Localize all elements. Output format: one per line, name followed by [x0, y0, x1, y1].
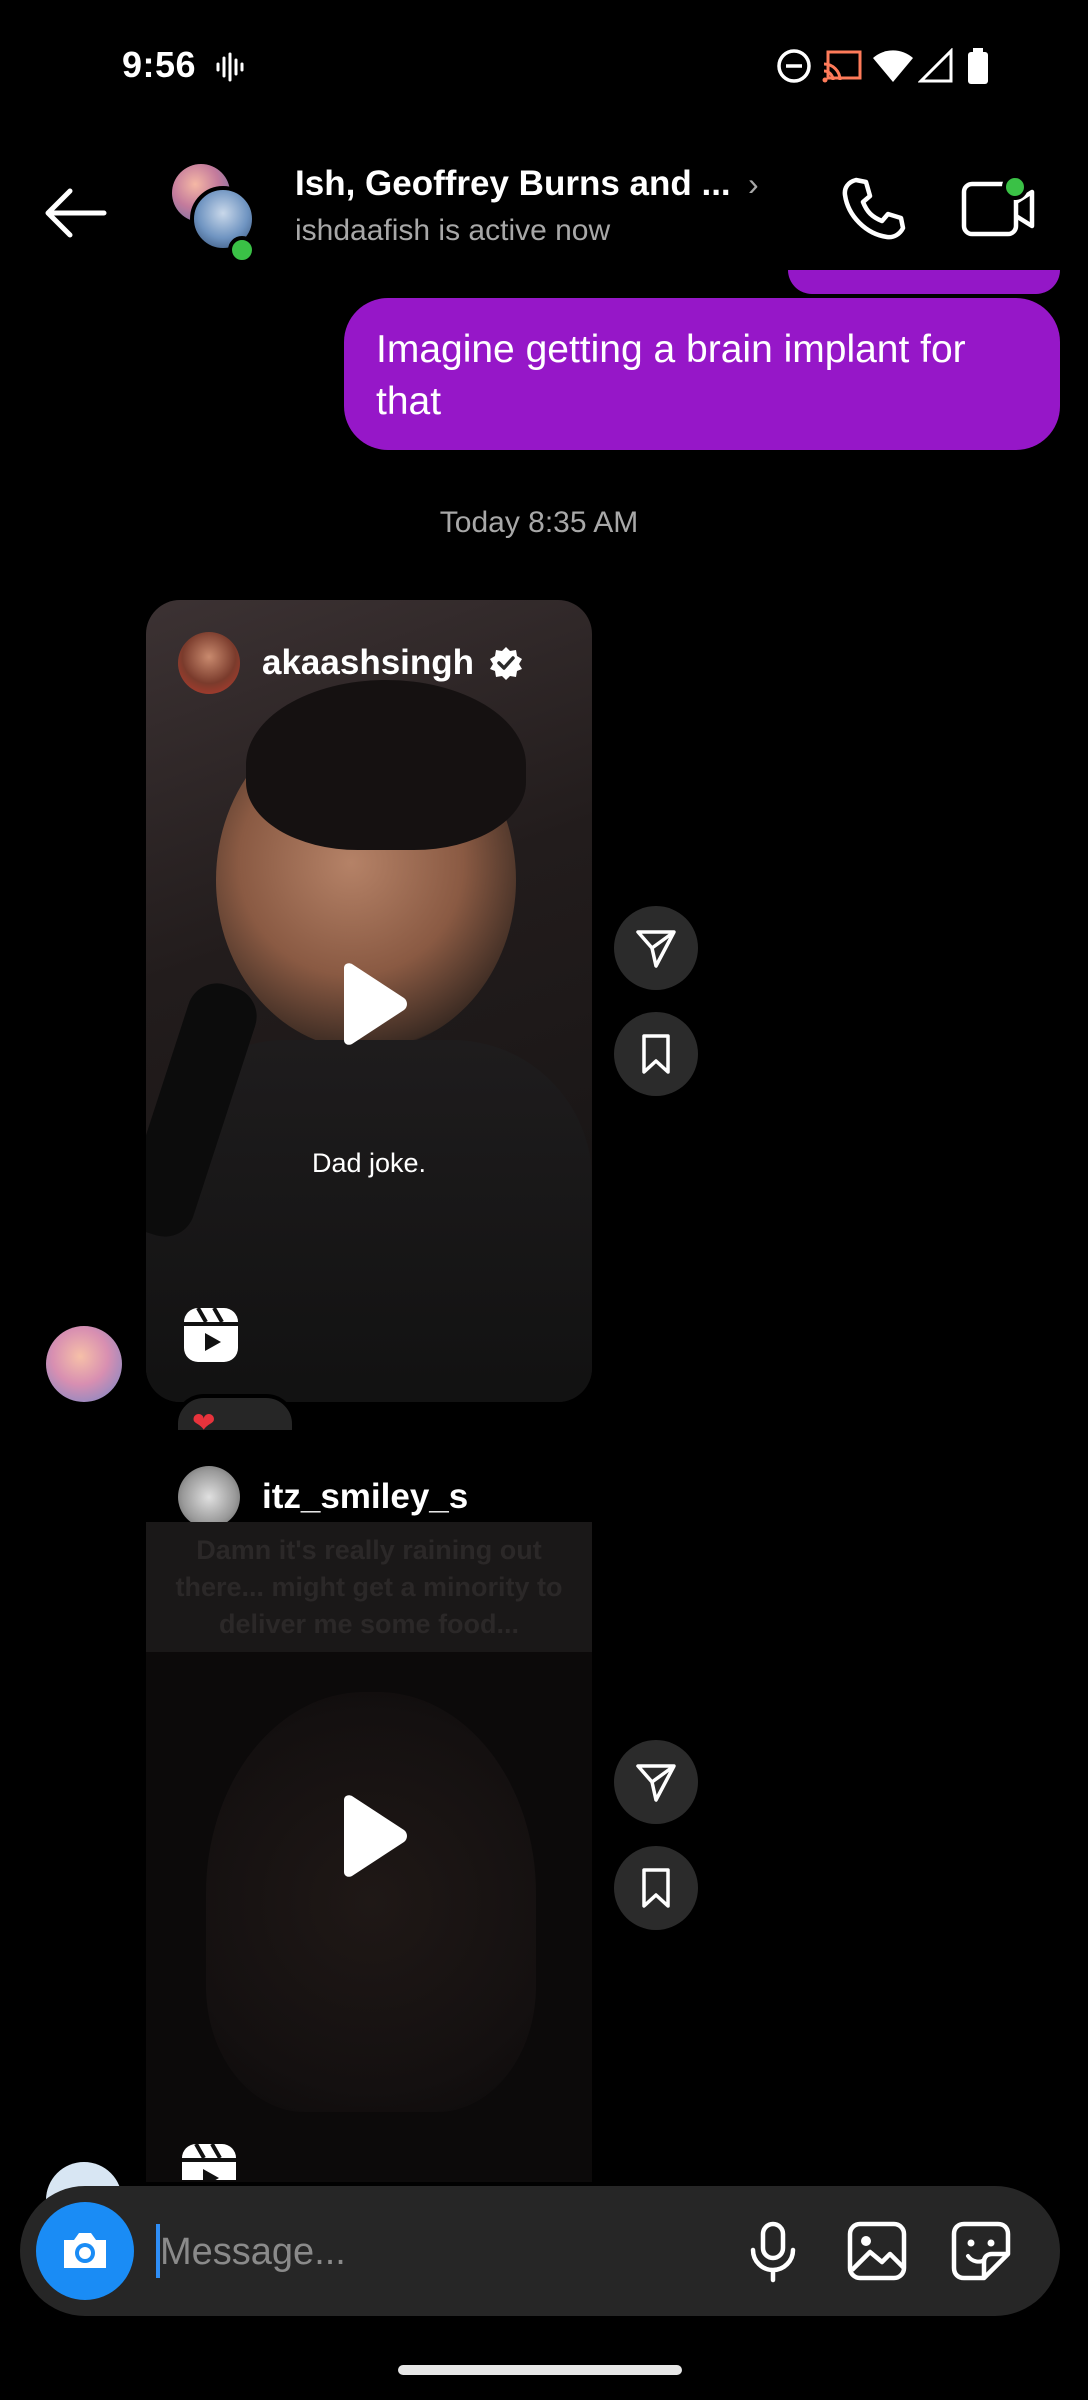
- shared-reel-card[interactable]: akaashsingh Dad joke.: [146, 600, 592, 1402]
- reels-icon: [182, 2143, 236, 2180]
- outgoing-message-bubble[interactable]: Imagine getting a brain implant for that: [344, 298, 1060, 450]
- reel-caption: Dad joke.: [311, 1148, 427, 1178]
- sender-avatar[interactable]: [46, 1326, 122, 1402]
- reel-author[interactable]: itz_smiley_s: [178, 1466, 468, 1528]
- video-active-dot: [1002, 174, 1028, 200]
- sticker-icon[interactable]: [946, 2216, 1016, 2286]
- reel-author[interactable]: akaashsingh: [178, 632, 524, 694]
- reaction-badge[interactable]: ❤: [174, 1394, 296, 1438]
- bookmark-icon: [642, 1034, 670, 1074]
- reel-thumbnail-hair: [246, 680, 526, 850]
- battery-icon: [968, 48, 988, 84]
- message-timestamp: Today 8:35 AM: [439, 506, 639, 539]
- camera-button[interactable]: [36, 2202, 134, 2300]
- reel-overlay-text: Damn it's really raining out there... mi…: [146, 1522, 592, 1652]
- home-indicator[interactable]: [398, 2365, 682, 2375]
- cellular-signal-icon: [918, 48, 953, 83]
- gallery-icon[interactable]: [842, 2216, 912, 2286]
- shared-reel-card[interactable]: Damn it's really raining out there... mi…: [146, 1522, 592, 2182]
- reel-thumbnail-bear: [206, 1692, 536, 2112]
- send-icon: [636, 1764, 676, 1802]
- message-input[interactable]: [160, 2222, 580, 2282]
- audio-activity-icon: [216, 52, 244, 82]
- verified-badge-icon: [490, 647, 523, 680]
- microphone-icon[interactable]: [738, 2216, 808, 2286]
- cast-icon: [822, 50, 862, 83]
- avatar: [178, 1466, 240, 1528]
- chevron-right-icon[interactable]: ›: [748, 166, 759, 203]
- reels-icon: [184, 1307, 238, 1362]
- do-not-disturb-icon: [777, 49, 811, 83]
- reel-username: akaashsingh: [262, 643, 475, 682]
- back-arrow-icon[interactable]: [40, 178, 110, 248]
- send-icon: [636, 930, 676, 968]
- online-status-dot: [228, 236, 256, 264]
- play-icon[interactable]: [334, 1794, 410, 1878]
- status-bar: 9:56: [0, 0, 1088, 130]
- share-button[interactable]: [614, 1740, 698, 1824]
- chat-header: Ish, Geoffrey Burns and ... › ishdaafish…: [0, 140, 1088, 280]
- reel-username: itz_smiley_s: [262, 1477, 469, 1516]
- status-time: 9:56: [122, 44, 197, 85]
- avatar: [178, 632, 240, 694]
- wifi-icon: [873, 50, 913, 82]
- play-icon[interactable]: [334, 962, 410, 1046]
- chat-title[interactable]: Ish, Geoffrey Burns and ...: [295, 164, 731, 204]
- heart-reaction-icon: ❤: [192, 1407, 216, 1438]
- phone-call-icon[interactable]: [838, 174, 908, 244]
- previous-message-bubble[interactable]: [788, 270, 1060, 294]
- bookmark-icon: [642, 1868, 670, 1908]
- camera-icon: [64, 2233, 106, 2268]
- message-composer: [20, 2186, 1060, 2316]
- save-button[interactable]: [614, 1012, 698, 1096]
- group-avatar[interactable]: [168, 162, 268, 264]
- active-status-text: ishdaafish is active now: [295, 214, 611, 247]
- share-button[interactable]: [614, 906, 698, 990]
- save-button[interactable]: [614, 1846, 698, 1930]
